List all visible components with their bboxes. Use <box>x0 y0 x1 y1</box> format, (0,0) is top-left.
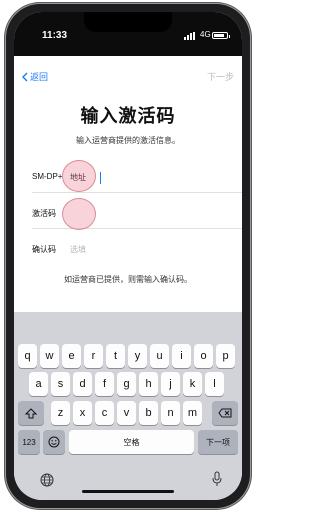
screen: 11:33 4G 返回 下一步 输入激活码 输入运营商提供的激活信息。 SM-D… <box>14 12 242 500</box>
microphone-icon[interactable] <box>212 471 222 491</box>
confirmation-code-label: 确认码 <box>32 245 56 254</box>
confirmation-hint: 如运营商已提供，则需输入确认码。 <box>64 275 192 284</box>
phone-frame: 11:33 4G 返回 下一步 输入激活码 输入运营商提供的激活信息。 SM-D… <box>6 4 250 508</box>
key-e[interactable]: e <box>62 344 81 368</box>
back-button[interactable]: 返回 <box>22 70 48 83</box>
key-y[interactable]: y <box>128 344 147 368</box>
smdp-address-row[interactable]: SM-DP+ 地址 <box>26 164 242 190</box>
key-g[interactable]: g <box>117 372 136 396</box>
smdp-label: SM-DP+ <box>32 172 63 181</box>
key-v[interactable]: v <box>117 401 136 425</box>
activation-code-label: 激活码 <box>32 209 56 218</box>
activation-code-row[interactable]: 激活码 <box>26 200 242 226</box>
backspace-icon <box>218 408 232 418</box>
notch <box>84 12 172 32</box>
emoji-icon <box>48 436 60 448</box>
divider <box>32 228 242 229</box>
chevron-left-icon <box>22 72 28 81</box>
confirmation-code-input[interactable]: 选填 <box>70 244 86 255</box>
page-subtitle: 输入运营商提供的激活信息。 <box>76 136 180 145</box>
back-label: 返回 <box>30 72 49 82</box>
status-bar: 11:33 4G <box>14 12 242 56</box>
key-z[interactable]: z <box>51 401 70 425</box>
key-o[interactable]: o <box>194 344 213 368</box>
key-p[interactable]: p <box>216 344 235 368</box>
status-time: 11:33 <box>42 30 68 41</box>
emoji-key[interactable] <box>43 430 65 454</box>
signal-icon <box>184 32 198 40</box>
globe-icon[interactable] <box>40 472 54 491</box>
key-i[interactable]: i <box>172 344 191 368</box>
key-w[interactable]: w <box>40 344 59 368</box>
key-j[interactable]: j <box>161 372 180 396</box>
key-f[interactable]: f <box>95 372 114 396</box>
delete-key[interactable] <box>212 401 238 425</box>
key-h[interactable]: h <box>139 372 158 396</box>
key-l[interactable]: l <box>205 372 224 396</box>
key-b[interactable]: b <box>139 401 158 425</box>
tap-indicator <box>62 160 96 192</box>
key-q[interactable]: q <box>18 344 37 368</box>
key-n[interactable]: n <box>161 401 180 425</box>
key-m[interactable]: m <box>183 401 202 425</box>
page-title: 输入激活码 <box>80 106 176 126</box>
key-r[interactable]: r <box>84 344 103 368</box>
key-t[interactable]: t <box>106 344 125 368</box>
key-x[interactable]: x <box>73 401 92 425</box>
keyboard: q w e r t y u i o p a s d f g h j k l z … <box>14 312 242 500</box>
next-field-key[interactable]: 下一项 <box>198 430 238 454</box>
next-step-button[interactable]: 下一步 <box>207 70 234 83</box>
space-key[interactable]: 空格 <box>69 430 194 454</box>
key-c[interactable]: c <box>95 401 114 425</box>
numbers-key[interactable]: 123 <box>18 430 40 454</box>
divider <box>32 192 242 193</box>
key-a[interactable]: a <box>29 372 48 396</box>
key-k[interactable]: k <box>183 372 202 396</box>
network-type: 4G <box>200 30 211 39</box>
battery-icon <box>212 32 230 39</box>
confirmation-code-row[interactable]: 确认码 选填 <box>26 236 242 262</box>
tap-indicator <box>62 198 96 230</box>
shift-key[interactable] <box>18 401 44 425</box>
text-cursor <box>100 172 101 184</box>
key-u[interactable]: u <box>150 344 169 368</box>
key-d[interactable]: d <box>73 372 92 396</box>
key-s[interactable]: s <box>51 372 70 396</box>
navigation-bar: 返回 下一步 <box>14 56 242 90</box>
home-indicator[interactable] <box>82 490 174 493</box>
shift-icon <box>25 407 37 418</box>
